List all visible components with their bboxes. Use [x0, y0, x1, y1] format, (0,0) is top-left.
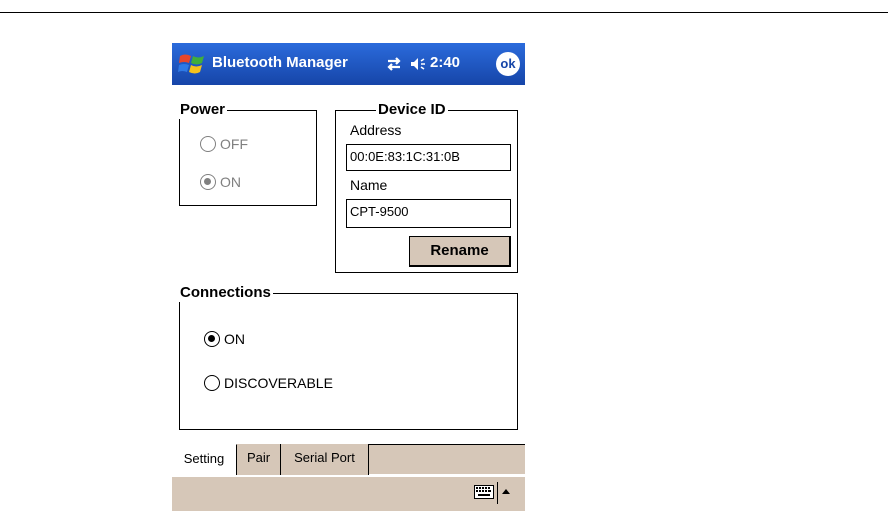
radio-circle [200, 174, 216, 190]
clock[interactable]: 2:40 [430, 54, 460, 71]
sip-separator [497, 482, 498, 504]
connections-legend: Connections [178, 284, 273, 302]
top-rule [0, 12, 888, 13]
ok-button[interactable]: ok [496, 52, 520, 76]
tab-serial-port[interactable]: Serial Port [281, 444, 369, 475]
radio-label: OFF [220, 136, 248, 152]
address-label: Address [350, 122, 402, 138]
rename-button[interactable]: Rename [409, 236, 511, 267]
radio-label: DISCOVERABLE [224, 375, 333, 391]
radio-circle [200, 136, 216, 152]
power-on-radio[interactable]: ON [200, 174, 241, 190]
radio-label: ON [224, 331, 245, 347]
power-off-radio[interactable]: OFF [200, 136, 248, 152]
power-group: Power OFF ON [178, 101, 317, 206]
device-id-legend: Device ID [376, 101, 448, 119]
pocketpc-screen: Bluetooth Manager 2:40 ok Power OFF ON D… [172, 43, 525, 511]
discoverable-radio[interactable]: DISCOVERABLE [204, 375, 333, 391]
radio-label: ON [220, 174, 241, 190]
connectivity-icon[interactable] [384, 54, 404, 74]
address-field[interactable]: 00:0E:83:1C:31:0B [346, 144, 511, 171]
tab-strip: Setting Pair Serial Port [172, 444, 525, 475]
window-title: Bluetooth Manager [212, 54, 348, 71]
name-field[interactable]: CPT-9500 [346, 199, 511, 228]
keyboard-icon[interactable] [474, 484, 494, 500]
title-bar: Bluetooth Manager 2:40 ok [172, 43, 525, 85]
radio-circle [204, 375, 220, 391]
tab-pair[interactable]: Pair [237, 444, 281, 475]
windows-start-icon[interactable] [178, 51, 206, 77]
power-legend: Power [178, 101, 228, 119]
connections-group: Connections ON DISCOVERABLE [178, 284, 518, 430]
radio-circle [204, 331, 220, 347]
name-label: Name [350, 177, 388, 193]
volume-icon[interactable] [408, 54, 428, 74]
tab-setting[interactable]: Setting [172, 444, 237, 475]
sip-up-arrow-icon[interactable] [502, 489, 510, 494]
connections-on-radio[interactable]: ON [204, 331, 245, 347]
menu-bar [172, 477, 525, 511]
